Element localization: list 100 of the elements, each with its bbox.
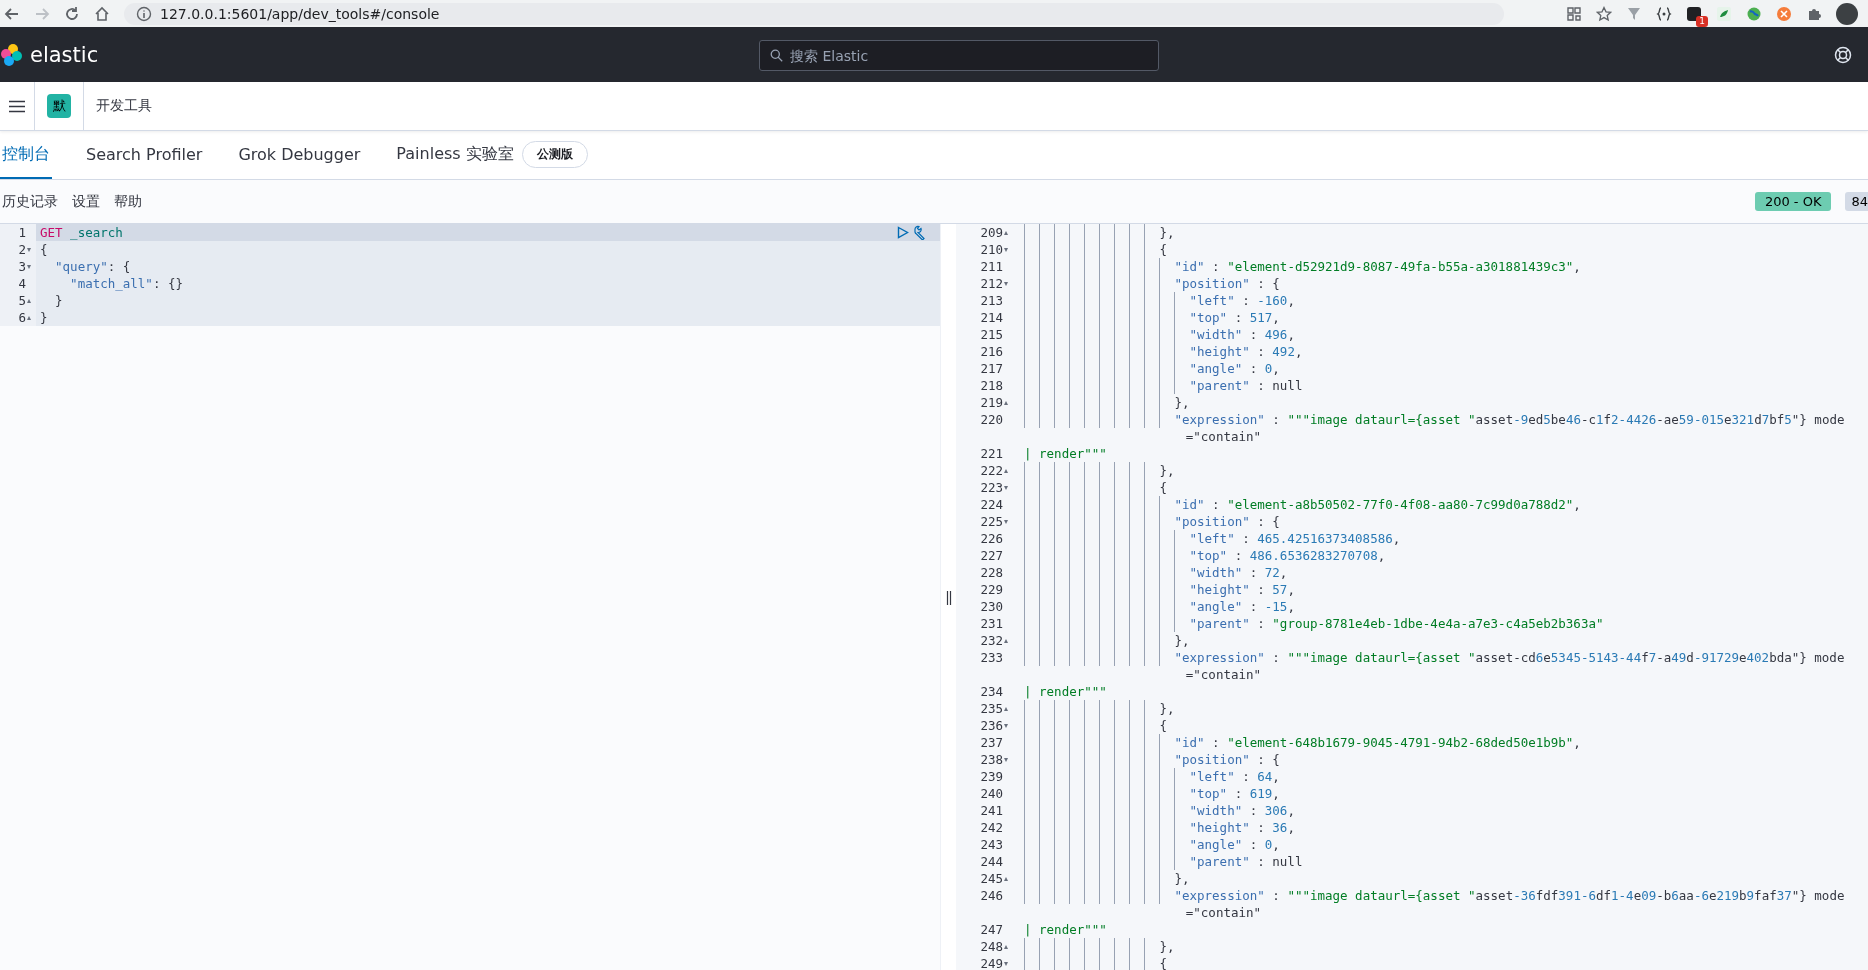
fold-toggle[interactable]: ▾	[27, 241, 35, 258]
leaf-icon[interactable]	[1716, 5, 1732, 22]
wrench-icon[interactable]	[913, 225, 928, 240]
back-arrow-icon[interactable]	[4, 5, 20, 22]
code-line: }	[54, 293, 64, 308]
code-line: {	[1159, 956, 1167, 970]
fold-toggle[interactable]: ▴	[1004, 224, 1012, 241]
code-line: "id" : "element-d52921d9-8087-49fa-b55a-a301881439c3",	[1174, 259, 1581, 274]
tab[interactable]: Painless 实验室 公测版	[394, 131, 590, 179]
duration-badge: 84	[1845, 192, 1868, 211]
breadcrumb: 开发工具	[95, 97, 152, 115]
fold-toggle[interactable]: ▴	[1004, 462, 1012, 479]
braces-icon[interactable]	[1656, 5, 1672, 22]
line-number: 209	[980, 225, 1003, 240]
code-line: },	[1174, 633, 1190, 648]
code-line: "top" : 517,	[1189, 310, 1280, 325]
code-line: "angle" : 0,	[1189, 361, 1280, 376]
code-line: },	[1174, 395, 1190, 410]
fold-toggle[interactable]: ▾	[1004, 751, 1012, 768]
fold-toggle[interactable]: ▾	[1004, 955, 1012, 970]
code-line: ="contain"	[1185, 905, 1262, 920]
code-line: "width" : 496,	[1189, 327, 1295, 342]
line-number: 243	[980, 837, 1003, 852]
code-line: "top" : 619,	[1189, 786, 1280, 801]
search-field[interactable]: 搜索 Elastic	[759, 40, 1159, 71]
line-number: 221	[980, 446, 1003, 461]
fold-toggle[interactable]: ▾	[1004, 513, 1012, 530]
code-line: ="contain"	[1185, 667, 1262, 682]
x-circle-icon[interactable]	[1776, 5, 1792, 22]
line-number: 226	[980, 531, 1003, 546]
line-number: 239	[980, 769, 1003, 784]
code-line: "position" : {	[1174, 276, 1280, 291]
code-line: {	[1159, 718, 1167, 733]
toolbar-link[interactable]: 历史记录	[2, 192, 58, 211]
fold-toggle[interactable]: ▴	[1004, 700, 1012, 717]
line-number: 213	[980, 293, 1003, 308]
play-icon[interactable]	[897, 226, 909, 239]
code-line: "left" : 465.42516373408586,	[1189, 531, 1401, 546]
code-line: ="contain"	[1185, 429, 1262, 444]
toolbar-link[interactable]: 帮助	[114, 192, 142, 211]
tab[interactable]: Grok Debugger	[236, 131, 363, 179]
profile-avatar[interactable]	[1836, 2, 1858, 25]
code-line: "expression" : """image dataurl={asset "asset-cd6e5345-5143-44f7-a49d-91729e402bda"} mode	[1174, 650, 1845, 665]
line-number: 224	[980, 497, 1003, 512]
code-line: {	[39, 242, 49, 257]
line-number: 4	[17, 276, 26, 291]
line-number: 6	[17, 310, 26, 325]
star-icon[interactable]	[1596, 5, 1612, 22]
toolbar-link[interactable]: 设置	[72, 192, 100, 211]
logo-icon[interactable]	[0, 42, 24, 67]
fold-toggle[interactable]: ▴	[27, 292, 35, 309]
code-line: "expression" : """image dataurl={asset "asset-9ed5be46-c1f2-4426-ae59-015e321d7bf5"} mode	[1174, 412, 1845, 427]
fold-toggle[interactable]: ▾	[1004, 479, 1012, 496]
qr-code-icon[interactable]	[1566, 5, 1582, 22]
fold-toggle[interactable]: ▾	[27, 258, 35, 275]
help-icon[interactable]	[1834, 45, 1852, 64]
tab[interactable]: Search Profiler	[84, 131, 205, 179]
info-icon[interactable]	[136, 5, 152, 22]
code-line: | render"""	[1024, 684, 1107, 699]
address-bar[interactable]: 127.0.0.1:5601/app/dev_tools#/console	[124, 2, 1504, 25]
menu-icon[interactable]	[9, 99, 25, 113]
line-number: 3	[17, 259, 26, 274]
fold-toggle[interactable]: ▴	[27, 309, 35, 326]
line-number: 246	[980, 888, 1003, 903]
resize-handle-icon[interactable]	[945, 591, 952, 605]
fold-toggle[interactable]: ▴	[1004, 632, 1012, 649]
fold-toggle[interactable]: ▴	[1004, 870, 1012, 887]
line-number: 233	[980, 650, 1003, 665]
line-number: 247	[980, 922, 1003, 937]
home-icon[interactable]	[94, 5, 110, 22]
line-number: 228	[980, 565, 1003, 580]
reload-icon[interactable]	[64, 5, 80, 22]
code-line: "width" : 72,	[1189, 565, 1288, 580]
fold-toggle[interactable]: ▾	[1004, 275, 1012, 292]
logo-text: elastic	[30, 42, 99, 67]
line-number: 241	[980, 803, 1003, 818]
code-line: "left" : 64,	[1189, 769, 1280, 784]
search-icon	[770, 49, 783, 62]
fold-toggle[interactable]: ▴	[1004, 938, 1012, 955]
code-line: "top" : 486.6536283270708,	[1189, 548, 1386, 563]
line-number: 220	[980, 412, 1003, 427]
line-number: 238	[980, 752, 1003, 767]
fold-toggle[interactable]: ▴	[1004, 394, 1012, 411]
extension-icon[interactable]	[1686, 5, 1702, 22]
line-number: 231	[980, 616, 1003, 631]
code-line: "left" : -160,	[1189, 293, 1295, 308]
line-number: 211	[980, 259, 1003, 274]
globe-icon[interactable]	[1746, 5, 1762, 22]
fold-toggle[interactable]: ▾	[1004, 241, 1012, 258]
line-number: 236	[980, 718, 1003, 733]
space-avatar[interactable]: 默	[47, 94, 71, 118]
code-line: }	[39, 310, 49, 325]
line-number: 244	[980, 854, 1003, 869]
notification-badge: 1	[1696, 15, 1708, 27]
line-number: 223	[980, 480, 1003, 495]
code-line: GET _search	[39, 225, 124, 240]
code-line: {	[1159, 480, 1167, 495]
fold-toggle[interactable]: ▾	[1004, 717, 1012, 734]
line-number: 245	[980, 871, 1003, 886]
line-number: 215	[980, 327, 1003, 342]
